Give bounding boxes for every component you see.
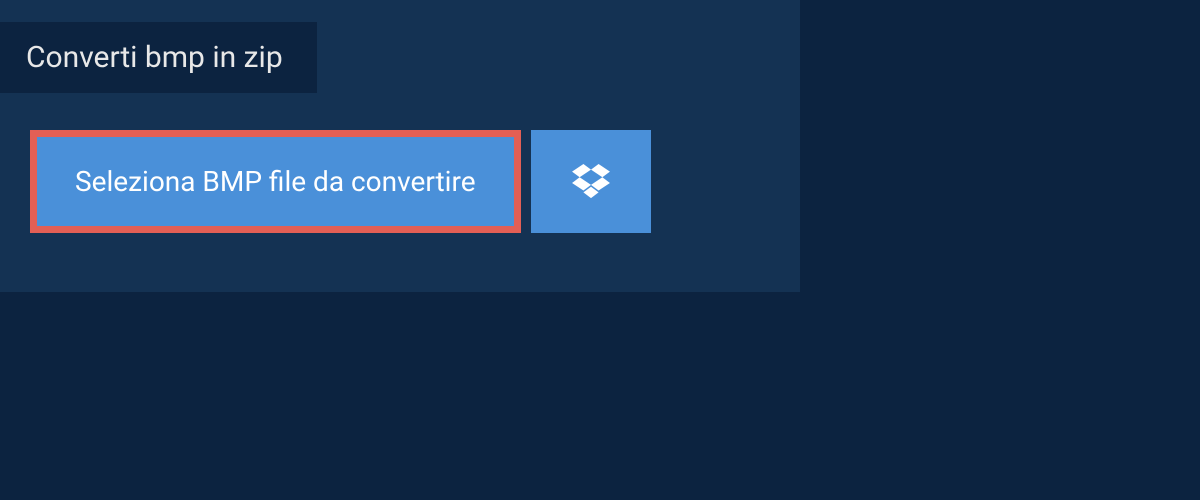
page-title: Converti bmp in zip [26, 40, 283, 75]
action-button-row: Seleziona BMP file da convertire [30, 130, 651, 233]
converter-panel: Converti bmp in zip Seleziona BMP file d… [0, 0, 800, 292]
dropbox-icon [572, 164, 610, 200]
select-file-button[interactable]: Seleziona BMP file da convertire [30, 130, 521, 233]
page-title-tab: Converti bmp in zip [0, 22, 317, 93]
select-file-label: Seleziona BMP file da convertire [75, 165, 476, 198]
dropbox-button[interactable] [531, 130, 651, 233]
